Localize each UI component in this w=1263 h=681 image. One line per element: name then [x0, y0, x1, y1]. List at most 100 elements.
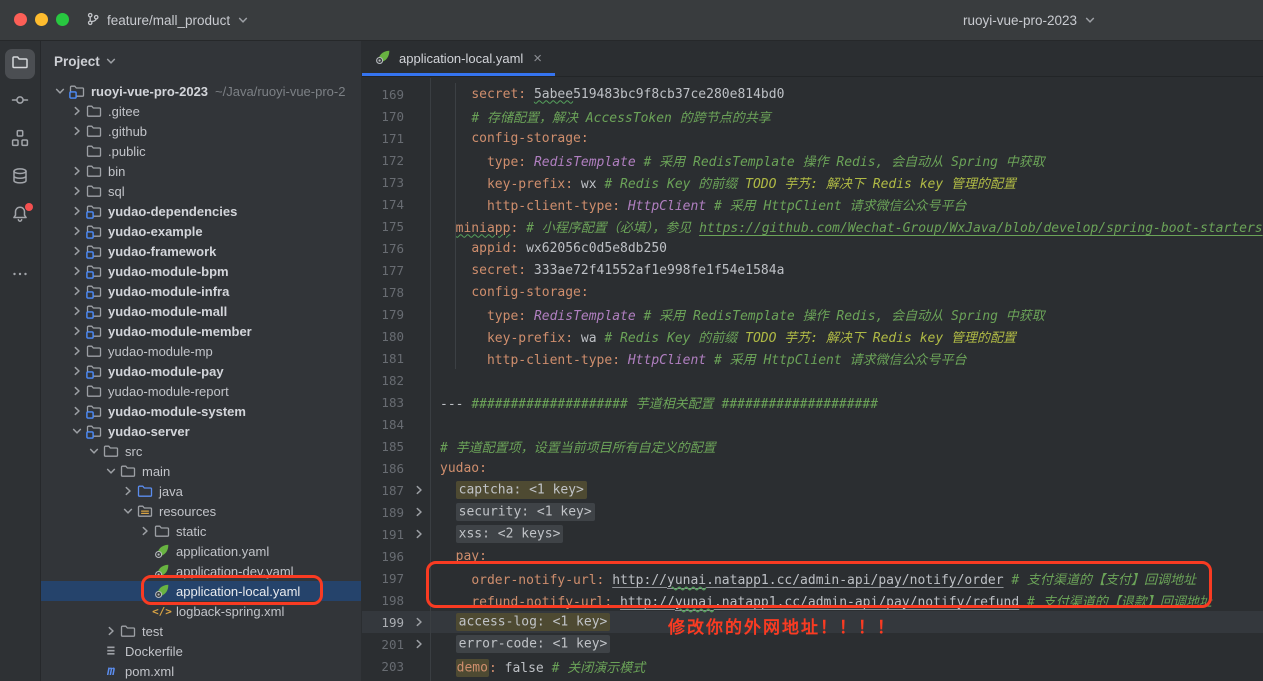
tree-item-main[interactable]: main	[41, 461, 361, 481]
code-line-181: 181http-client-type: HttpClient # 采用 Htt…	[362, 347, 1263, 369]
code-line-content[interactable]: type: RedisTemplate # 采用 RedisTemplate 操…	[430, 305, 1045, 324]
code-line-content[interactable]: key-prefix: wx # Redis Key 的前缀 TODO 芋艿: …	[430, 173, 1016, 192]
line-number: 201	[362, 637, 408, 652]
tree-item-application-yaml[interactable]: application.yaml	[41, 541, 361, 561]
zoom-window-button[interactable]	[56, 13, 69, 26]
close-window-button[interactable]	[14, 13, 27, 26]
code-line-content[interactable]: --- #################### 芋道相关配置 ########…	[430, 393, 878, 412]
code-line-content[interactable]: order-notify-url: http://yunai.natapp1.c…	[430, 569, 1196, 588]
tree-item-yudao-module-report[interactable]: yudao-module-report	[41, 381, 361, 401]
code-line-content[interactable]: # 存储配置，解决 AccessToken 的跨节点的共享	[430, 107, 771, 126]
tree-item-yudao-module-pay[interactable]: yudao-module-pay	[41, 361, 361, 381]
code-line-content[interactable]: access-log: <1 key>	[430, 615, 610, 630]
chevron-right-icon[interactable]	[68, 265, 85, 277]
fold-chevron-icon[interactable]	[408, 484, 430, 496]
code-line-content[interactable]: config-storage:	[430, 131, 589, 146]
tree-item-yudao-framework[interactable]: yudao-framework	[41, 241, 361, 261]
tree-item-public[interactable]: .public	[41, 141, 361, 161]
chevron-right-icon[interactable]	[68, 225, 85, 237]
code-line-content[interactable]: refund-notify-url: http://yunai.natapp1.…	[430, 591, 1212, 610]
code-line-content[interactable]: miniapp: # 小程序配置（必填），参见 https://github.c…	[430, 217, 1263, 236]
tree-item-github[interactable]: .github	[41, 121, 361, 141]
chevron-right-icon[interactable]	[68, 325, 85, 337]
code-line-content[interactable]: appid: wx62056c0d5e8db250	[430, 241, 667, 256]
stripe-structure-button[interactable]	[5, 125, 35, 155]
code-line-content[interactable]: demo: false # 关闭演示模式	[430, 657, 645, 676]
chevron-right-icon[interactable]	[68, 165, 85, 177]
project-panel-header[interactable]: Project	[41, 41, 361, 81]
code-segment: # 采用 RedisTemplate 操作 Redis, 会自动从 Spring…	[636, 155, 1045, 170]
tree-item-yudao-example[interactable]: yudao-example	[41, 221, 361, 241]
close-tab-icon[interactable]: ×	[533, 51, 542, 66]
fold-chevron-icon[interactable]	[408, 616, 430, 628]
tree-item-application-dev-yaml[interactable]: application-dev.yaml	[41, 561, 361, 581]
code-line-content[interactable]: xss: <2 keys>	[430, 527, 563, 542]
code-line-content[interactable]: type: RedisTemplate # 采用 RedisTemplate 操…	[430, 151, 1045, 170]
fold-chevron-icon[interactable]	[408, 638, 430, 650]
stripe-notifications-button[interactable]	[5, 201, 35, 231]
code-line-content[interactable]: yudao:	[430, 461, 487, 476]
code-line-content[interactable]: secret: 5abee519483bc9f8cb37ce280e814bd0	[430, 87, 784, 102]
chevron-right-icon[interactable]	[119, 485, 136, 497]
code-line-content[interactable]: error-code: <1 key>	[430, 637, 610, 652]
chevron-down-icon[interactable]	[68, 425, 85, 437]
tree-item-java[interactable]: java	[41, 481, 361, 501]
project-name-widget[interactable]: ruoyi-vue-pro-2023	[963, 0, 1096, 40]
tree-item-static[interactable]: static	[41, 521, 361, 541]
tree-item-yudao-module-system[interactable]: yudao-module-system	[41, 401, 361, 421]
chevron-down-icon[interactable]	[51, 85, 68, 97]
tree-item-sql[interactable]: sql	[41, 181, 361, 201]
chevron-down-icon[interactable]	[119, 505, 136, 517]
tree-item-resources[interactable]: resources	[41, 501, 361, 521]
chevron-right-icon[interactable]	[102, 625, 119, 637]
chevron-right-icon[interactable]	[68, 125, 85, 137]
tree-item-gitee[interactable]: .gitee	[41, 101, 361, 121]
chevron-down-icon[interactable]	[85, 445, 102, 457]
code-line-content[interactable]: # 芋道配置项，设置当前项目所有自定义的配置	[430, 437, 716, 456]
chevron-right-icon[interactable]	[68, 385, 85, 397]
fold-chevron-icon[interactable]	[408, 506, 430, 518]
git-branch-widget[interactable]: feature/mall_product	[86, 0, 249, 40]
tree-item-test[interactable]: test	[41, 621, 361, 641]
chevron-right-icon[interactable]	[68, 205, 85, 217]
code-line-content[interactable]: captcha: <1 key>	[430, 483, 587, 498]
chevron-right-icon[interactable]	[68, 245, 85, 257]
chevron-right-icon[interactable]	[68, 105, 85, 117]
tree-item-bin[interactable]: bin	[41, 161, 361, 181]
code-line-content[interactable]: key-prefix: wa # Redis Key 的前缀 TODO 芋艿: …	[430, 327, 1016, 346]
stripe-database-button[interactable]	[5, 163, 35, 193]
code-line-content[interactable]: http-client-type: HttpClient # 采用 HttpCl…	[430, 195, 967, 214]
code-line-content[interactable]: http-client-type: HttpClient # 采用 HttpCl…	[430, 349, 967, 368]
tree-item-ruoyi-vue-pro-2023[interactable]: ruoyi-vue-pro-2023~/Java/ruoyi-vue-pro-2	[41, 81, 361, 101]
tree-item-yudao-module-mp[interactable]: yudao-module-mp	[41, 341, 361, 361]
fold-chevron-icon[interactable]	[408, 528, 430, 540]
tree-item-pom-xml[interactable]: mpom.xml	[41, 661, 361, 681]
chevron-right-icon[interactable]	[68, 285, 85, 297]
chevron-right-icon[interactable]	[68, 365, 85, 377]
code-line-content[interactable]: config-storage:	[430, 285, 589, 300]
chevron-down-icon[interactable]	[102, 465, 119, 477]
editor-tab-application-local-yaml[interactable]: application-local.yaml ×	[362, 41, 555, 76]
chevron-right-icon[interactable]	[68, 305, 85, 317]
chevron-right-icon[interactable]	[136, 525, 153, 537]
tree-item-yudao-dependencies[interactable]: yudao-dependencies	[41, 201, 361, 221]
tree-item-yudao-module-infra[interactable]: yudao-module-infra	[41, 281, 361, 301]
tree-item-yudao-module-mall[interactable]: yudao-module-mall	[41, 301, 361, 321]
stripe-project-button[interactable]	[5, 49, 35, 79]
tree-item-dockerfile[interactable]: ≡Dockerfile	[41, 641, 361, 661]
chevron-right-icon[interactable]	[68, 405, 85, 417]
minimize-window-button[interactable]	[35, 13, 48, 26]
stripe-commit-button[interactable]	[5, 87, 35, 117]
tree-item-yudao-module-bpm[interactable]: yudao-module-bpm	[41, 261, 361, 281]
chevron-right-icon[interactable]	[68, 185, 85, 197]
chevron-right-icon[interactable]	[68, 345, 85, 357]
tree-item-logback-spring-xml[interactable]: </>logback-spring.xml	[41, 601, 361, 621]
code-line-content[interactable]: pay:	[430, 549, 487, 564]
tree-item-application-local-yaml[interactable]: application-local.yaml	[41, 581, 361, 601]
tree-item-yudao-server[interactable]: yudao-server	[41, 421, 361, 441]
code-line-content[interactable]: secret: 333ae72f41552af1e998fe1f54e1584a	[430, 263, 784, 278]
tree-item-src[interactable]: src	[41, 441, 361, 461]
stripe-more-button[interactable]	[5, 261, 35, 291]
tree-item-yudao-module-member[interactable]: yudao-module-member	[41, 321, 361, 341]
code-line-content[interactable]: security: <1 key>	[430, 505, 595, 520]
